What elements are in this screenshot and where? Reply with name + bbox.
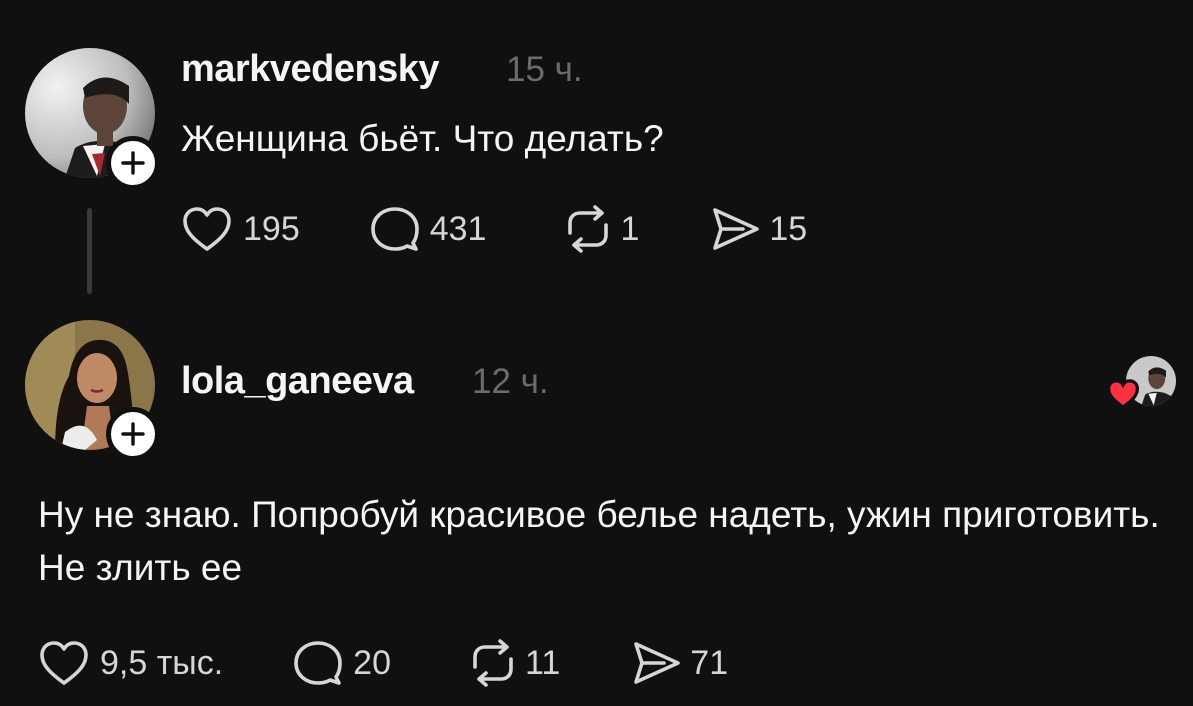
thread-page: markvedensky 15 ч. Женщина бьёт. Что дел… xyxy=(0,0,1193,706)
comment-bubble-icon xyxy=(370,207,419,251)
repost-arrows-icon xyxy=(473,639,513,687)
reply-button[interactable]: 431 xyxy=(370,205,487,253)
post-1-timestamp: 15 ч. xyxy=(506,50,583,89)
repost-count: 1 xyxy=(620,209,640,248)
thread-connector-line xyxy=(87,208,92,294)
share-count: 71 xyxy=(690,643,729,682)
heart-icon xyxy=(40,641,88,685)
comment-bubble-icon xyxy=(294,641,342,685)
plus-icon xyxy=(121,151,145,175)
repost-button[interactable]: 11 xyxy=(467,639,560,687)
reply-button[interactable]: 20 xyxy=(293,639,391,687)
post-1-action-bar: 195 431 1 15 xyxy=(181,204,807,254)
send-arrow-icon xyxy=(634,642,681,684)
red-heart-icon xyxy=(1106,379,1140,410)
repost-button[interactable]: 1 xyxy=(562,205,639,253)
follow-button-lola-ganeeva[interactable] xyxy=(106,407,160,461)
reply-count: 20 xyxy=(353,643,391,682)
post-1-text: Женщина бьёт. Что делать? xyxy=(181,118,664,159)
liked-by-author-badge xyxy=(1106,356,1180,410)
like-button[interactable]: 195 xyxy=(181,205,300,253)
send-arrow-icon xyxy=(713,208,760,250)
share-button[interactable]: 71 xyxy=(632,639,728,687)
post-1-username[interactable]: markvedensky xyxy=(181,48,440,91)
heart-icon xyxy=(183,207,231,251)
reply-count: 431 xyxy=(429,209,487,248)
like-count: 9,5 тыс. xyxy=(100,643,224,682)
post-2-username[interactable]: lola_ganeeva xyxy=(181,360,414,403)
post-2-text: Ну не знаю. Попробуй красивое белье наде… xyxy=(38,494,1160,588)
plus-icon xyxy=(121,422,145,446)
like-button[interactable]: 9,5 тыс. xyxy=(38,639,223,687)
post-2-timestamp: 12 ч. xyxy=(472,362,549,401)
like-count: 195 xyxy=(243,209,300,248)
share-count: 15 xyxy=(769,209,808,248)
follow-button-markvedensky[interactable] xyxy=(106,136,160,190)
repost-arrows-icon xyxy=(568,205,609,253)
post-2-action-bar: 9,5 тыс. 20 11 71 xyxy=(38,638,728,688)
repost-count: 11 xyxy=(525,643,561,682)
share-button[interactable]: 15 xyxy=(711,205,807,253)
